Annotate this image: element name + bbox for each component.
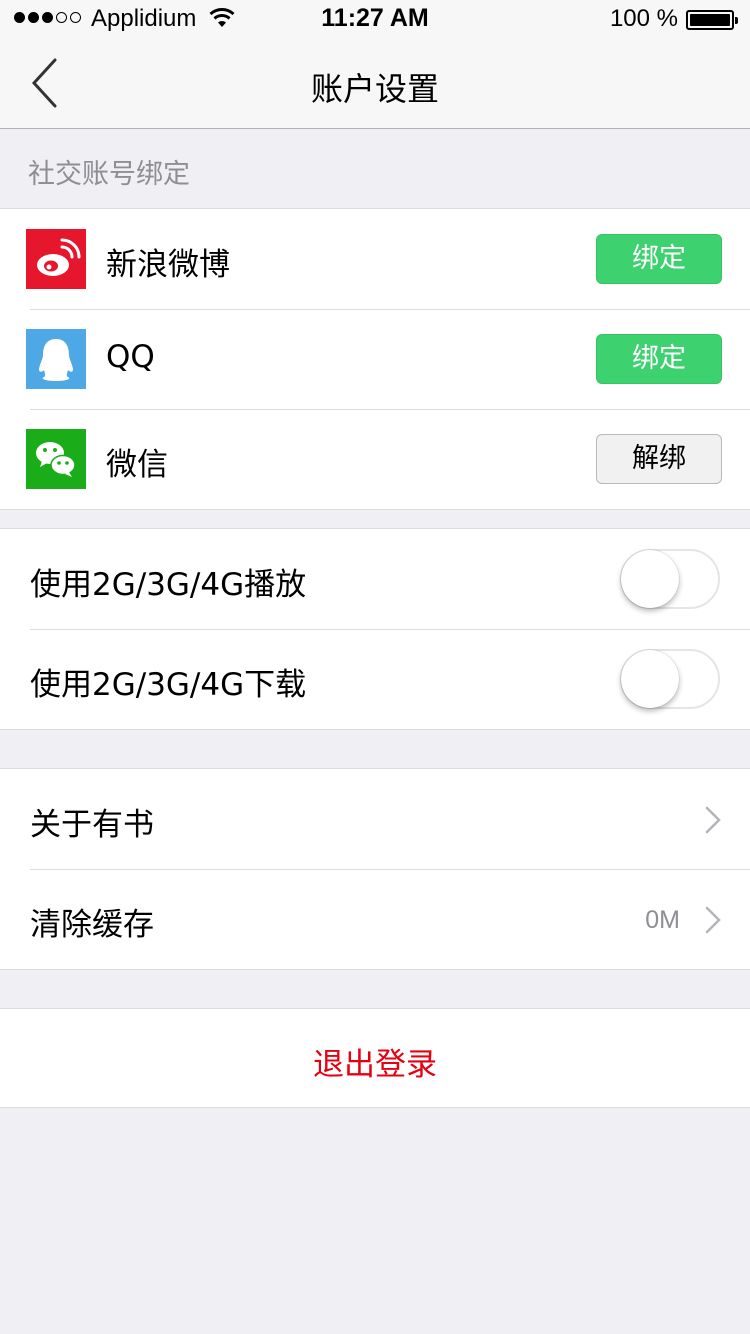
- unbind-wechat-button[interactable]: 解绑: [596, 434, 722, 484]
- navigation-bar: 账户设置: [0, 40, 750, 129]
- bind-weibo-button[interactable]: 绑定: [596, 234, 722, 284]
- cache-size-value: 0M: [645, 906, 680, 934]
- weibo-icon: [26, 229, 86, 289]
- clear-cache-label: 清除缓存: [30, 907, 154, 943]
- settings-row-cellular-download: 使用2G/3G/4G下载: [0, 629, 750, 729]
- cellular-download-label: 使用2G/3G/4G下载: [30, 667, 307, 703]
- toggle-knob: [621, 650, 679, 708]
- toggle-knob: [621, 550, 679, 608]
- battery-percent: 100 %: [609, 5, 678, 32]
- social-accounts-group: 新浪微博 绑定 QQ 绑定 微信 解绑: [0, 208, 750, 510]
- settings-row-about[interactable]: 关于有书: [0, 769, 750, 869]
- misc-settings-group: 关于有书 清除缓存 0M: [0, 768, 750, 970]
- battery-icon: [686, 10, 738, 30]
- network-settings-group: 使用2G/3G/4G播放 使用2G/3G/4G下载: [0, 528, 750, 730]
- settings-row-cellular-play: 使用2G/3G/4G播放: [0, 529, 750, 629]
- logout-label: 退出登录: [313, 1047, 437, 1083]
- section-header-social: 社交账号绑定: [28, 159, 190, 190]
- cellular-play-toggle[interactable]: [620, 549, 720, 609]
- page-title: 账户设置: [310, 70, 439, 108]
- social-label-wechat: 微信: [106, 447, 168, 483]
- cellular-download-toggle[interactable]: [620, 649, 720, 709]
- wechat-icon: [26, 429, 86, 489]
- about-label: 关于有书: [30, 807, 154, 843]
- social-label-qq: QQ: [106, 339, 155, 375]
- social-row-wechat: 微信 解绑: [0, 409, 750, 509]
- logout-button[interactable]: 退出登录: [0, 1008, 750, 1108]
- cellular-play-label: 使用2G/3G/4G播放: [30, 567, 307, 603]
- account-settings-screen: Applidium 11:27 AM 100 % 账户设置 社交账号绑定 新浪微…: [0, 0, 750, 1334]
- social-label-weibo: 新浪微博: [106, 247, 230, 283]
- social-row-qq: QQ 绑定: [0, 309, 750, 409]
- social-row-weibo: 新浪微博 绑定: [0, 209, 750, 309]
- chevron-right-icon: [705, 906, 721, 934]
- status-bar: Applidium 11:27 AM 100 %: [0, 0, 750, 40]
- bind-qq-button[interactable]: 绑定: [596, 334, 722, 384]
- qq-icon: [26, 329, 86, 389]
- settings-row-clear-cache[interactable]: 清除缓存 0M: [0, 869, 750, 969]
- chevron-right-icon: [705, 806, 721, 834]
